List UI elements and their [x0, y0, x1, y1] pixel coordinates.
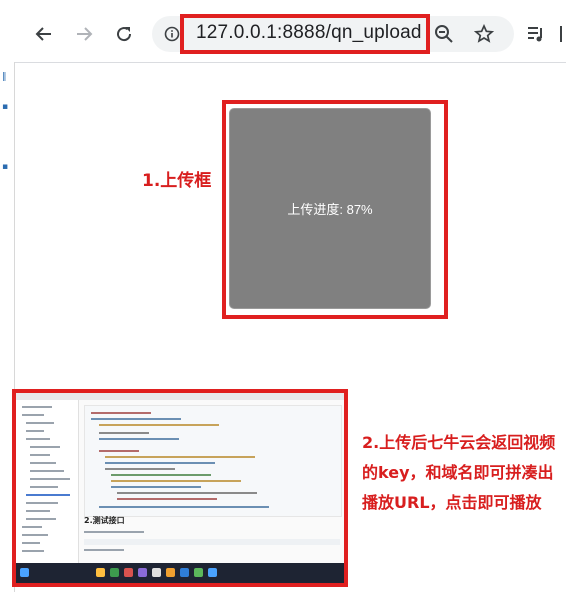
annotation-label: 2.上传后七牛云会返回视频的key，和域名即可拼凑出播放URL，点击即可播放: [362, 433, 556, 512]
upload-progress-text: 上传进度: 87%: [287, 202, 373, 217]
extension-icon[interactable]: [560, 26, 566, 42]
reload-button[interactable]: [110, 20, 138, 48]
info-icon[interactable]: [164, 26, 180, 46]
arrow-right-icon: [77, 27, 93, 41]
arrow-left-icon: [35, 27, 51, 41]
upload-box[interactable]: 上传进度: 87%: [229, 108, 431, 309]
thumbnail-heading: 2.测试接口: [84, 516, 125, 525]
star-icon[interactable]: [473, 23, 495, 48]
zoom-out-icon[interactable]: [434, 24, 454, 48]
url-text[interactable]: 127.0.0.1:8888/qn_upload: [196, 22, 422, 44]
browser-toolbar: 127.0.0.1:8888/qn_upload: [0, 0, 566, 63]
media-queue-icon[interactable]: [526, 24, 546, 48]
back-button[interactable]: [30, 20, 58, 48]
upload-box-label: 1.上传框: [142, 171, 212, 191]
forward-button[interactable]: [70, 20, 98, 48]
reload-icon: [117, 27, 132, 42]
screenshot-thumbnail: 2.测试接口: [16, 393, 344, 583]
